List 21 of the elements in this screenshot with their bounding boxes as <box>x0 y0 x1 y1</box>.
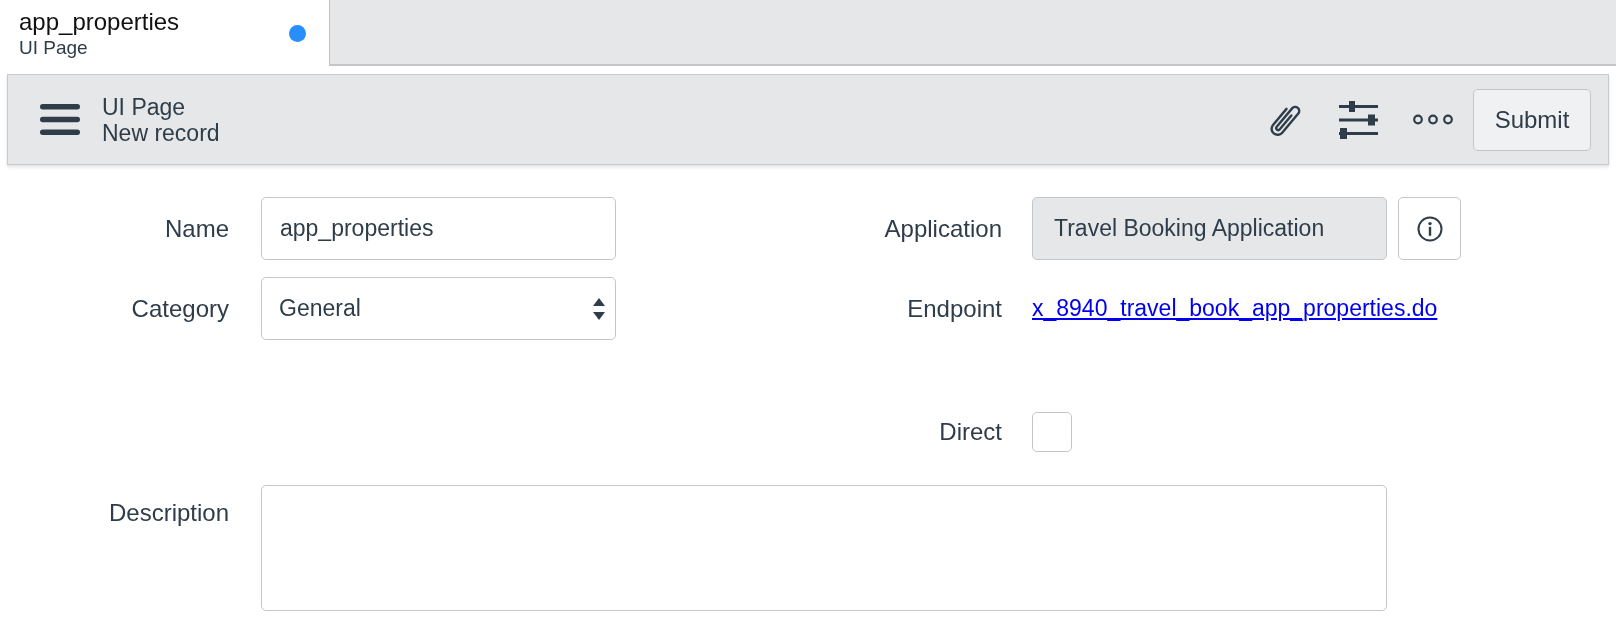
reference-field[interactable]: Travel Booking Application <box>1032 197 1387 260</box>
info-icon <box>1416 215 1443 242</box>
submit-button[interactable]: Submit <box>1473 88 1591 151</box>
info-button[interactable] <box>1398 197 1461 260</box>
sliders-icon[interactable] <box>1339 100 1378 139</box>
checkbox[interactable] <box>1032 412 1072 452</box>
field-label: Application <box>883 213 1002 244</box>
form-subtitle: New record <box>102 119 220 146</box>
field-label: Name <box>163 213 229 244</box>
more-options-icon[interactable] <box>1413 114 1453 125</box>
form-title: UI Page <box>102 93 186 120</box>
field-label: Direct <box>938 417 1002 447</box>
endpoint-link[interactable]: x_8940_travel_book_app_properties.do <box>1032 295 1438 322</box>
field-label: Category <box>130 293 229 324</box>
textarea-field[interactable] <box>261 485 1387 611</box>
updown-caret-icon <box>593 297 605 320</box>
input-field[interactable]: app_properties <box>261 197 616 260</box>
field-label: Description <box>107 498 229 528</box>
field-label: Endpoint <box>906 293 1002 324</box>
dropdown-field[interactable]: General <box>261 277 616 340</box>
menu-icon[interactable] <box>40 104 80 135</box>
